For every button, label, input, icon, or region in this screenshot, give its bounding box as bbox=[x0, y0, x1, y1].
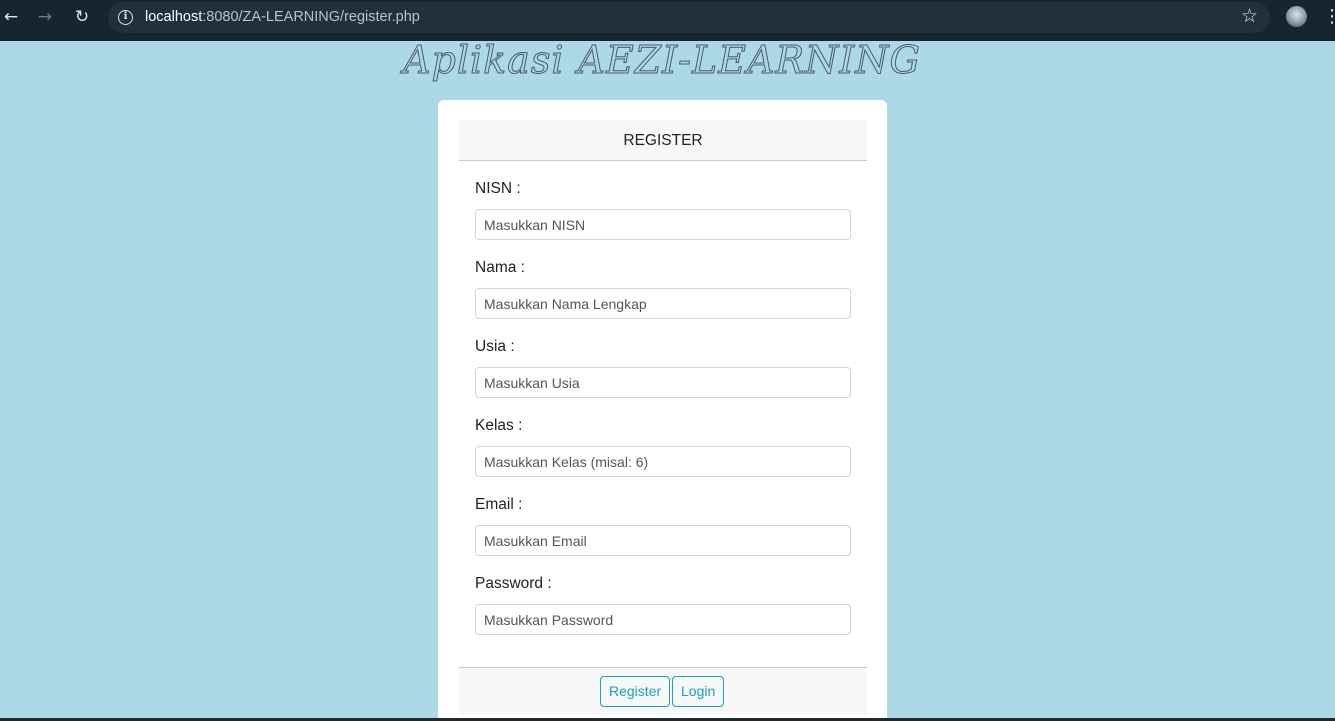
avatar[interactable] bbox=[1286, 6, 1307, 27]
email-label: Email : bbox=[475, 496, 523, 513]
star-icon[interactable]: ☆ bbox=[1241, 5, 1258, 29]
kelas-input[interactable] bbox=[475, 446, 851, 477]
kebab-menu-icon[interactable]: ⋮ bbox=[1323, 5, 1335, 29]
register-button[interactable]: Register bbox=[600, 676, 671, 707]
email-input[interactable] bbox=[475, 525, 851, 556]
card-header: REGISTER bbox=[459, 120, 867, 161]
usia-input[interactable] bbox=[475, 367, 851, 398]
password-input[interactable] bbox=[475, 604, 851, 635]
card-footer: Register Login bbox=[459, 667, 867, 715]
reload-button[interactable]: ↻ bbox=[67, 5, 97, 29]
app-title: Aplikasi AEZI-LEARNING bbox=[403, 38, 921, 83]
register-card: REGISTER NISN : Nama : Usia : Kelas : Em… bbox=[438, 100, 887, 721]
kelas-label: Kelas : bbox=[475, 417, 523, 434]
back-button[interactable]: ← bbox=[0, 5, 26, 29]
info-icon[interactable]: i bbox=[118, 10, 133, 25]
forward-button[interactable]: → bbox=[30, 5, 60, 29]
reload-icon: ↻ bbox=[74, 7, 90, 27]
url-host: localhost bbox=[145, 9, 203, 25]
arrow-right-icon: → bbox=[37, 7, 53, 27]
arrow-left-icon: ← bbox=[3, 7, 19, 27]
nama-label: Nama : bbox=[475, 259, 525, 276]
password-label: Password : bbox=[475, 575, 552, 592]
nama-input[interactable] bbox=[475, 288, 851, 319]
address-bar[interactable]: i localhost:8080/ZA-LEARNING/register.ph… bbox=[108, 2, 1270, 33]
login-button[interactable]: Login bbox=[672, 676, 725, 707]
browser-toolbar: ← → ↻ i localhost:8080/ZA-LEARNING/regis… bbox=[0, 0, 1335, 41]
usia-label: Usia : bbox=[475, 338, 515, 355]
nisn-label: NISN : bbox=[475, 180, 521, 197]
url-text[interactable]: localhost:8080/ZA-LEARNING/register.php bbox=[145, 9, 420, 25]
url-path: :8080/ZA-LEARNING/register.php bbox=[202, 9, 420, 25]
nisn-input[interactable] bbox=[475, 209, 851, 240]
